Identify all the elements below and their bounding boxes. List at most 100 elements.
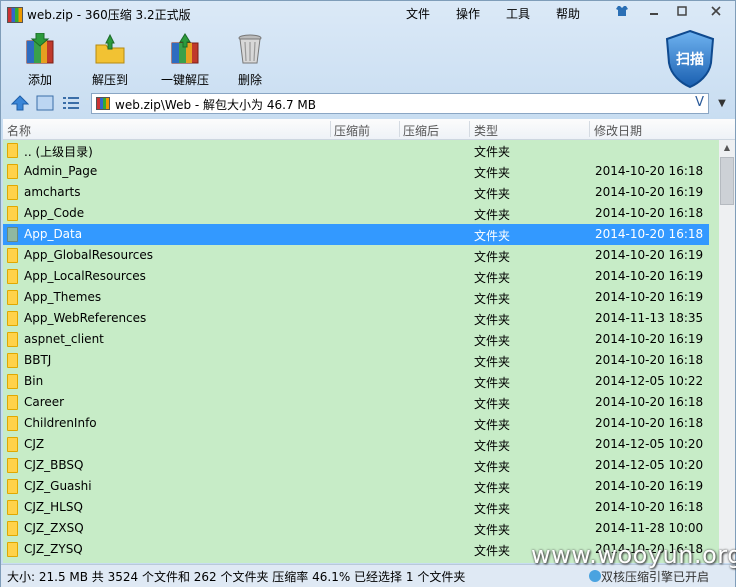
up-arrow-icon[interactable] xyxy=(10,95,30,111)
folder-icon xyxy=(7,416,18,431)
file-date: 2014-10-20 16:18 xyxy=(595,500,704,514)
file-row[interactable]: Admin_Page 文件夹 2014-10-20 16:18 xyxy=(3,161,709,182)
one-click-extract-label: 一键解压 xyxy=(160,73,209,87)
file-name: App_WebReferences xyxy=(24,311,147,325)
folder-icon xyxy=(7,311,18,326)
menu-file[interactable]: 文件 xyxy=(406,5,430,22)
file-row[interactable]: App_LocalResources 文件夹 2014-10-20 16:19 xyxy=(3,266,709,287)
file-date: 2014-10-20 16:18 xyxy=(595,227,704,241)
file-row[interactable]: Bin 文件夹 2014-12-05 10:22 xyxy=(3,371,709,392)
folder-icon xyxy=(7,374,18,389)
zip-archive-icon xyxy=(96,97,110,110)
column-type[interactable]: 类型 xyxy=(474,122,498,139)
file-row[interactable]: CJZ_Guashi 文件夹 2014-10-20 16:19 xyxy=(3,476,709,497)
column-divider[interactable] xyxy=(399,121,400,137)
file-row[interactable]: App_Data 文件夹 2014-10-20 16:18 xyxy=(3,224,709,245)
extract-to-label: 解压到 xyxy=(91,73,128,87)
vertical-scrollbar[interactable]: ▲ xyxy=(719,140,735,563)
file-type: 文件夹 xyxy=(474,334,511,348)
folder-icon xyxy=(7,143,18,158)
file-date: 2014-10-20 16:19 xyxy=(595,479,704,493)
address-bar[interactable]: web.zip\Web - 解包大小为 46.7 MB V xyxy=(91,93,709,114)
folder-icon xyxy=(7,395,18,410)
add-button[interactable]: 添加 xyxy=(9,31,71,89)
maximize-icon[interactable] xyxy=(673,5,691,21)
file-date: 2014-10-20 16:18 xyxy=(595,416,704,430)
thumbnail-view-icon[interactable] xyxy=(36,95,54,111)
file-type: 文件夹 xyxy=(474,544,511,558)
file-row[interactable]: CJZ 文件夹 2014-12-05 10:20 xyxy=(3,434,709,455)
column-after[interactable]: 压缩后 xyxy=(403,122,439,139)
status-text: 大小: 21.5 MB 共 3524 个文件和 262 个文件夹 压缩率 46.… xyxy=(7,570,466,584)
file-name: CJZ_BBSQ xyxy=(24,458,84,472)
column-modified[interactable]: 修改日期 xyxy=(594,122,642,139)
file-date: 2014-10-20 16:18 xyxy=(595,395,704,409)
folder-icon xyxy=(7,206,18,221)
app-window: web.zip - 360压缩 3.2正式版 文件 操作 工具 帮助 添加 解压… xyxy=(0,0,736,587)
file-row[interactable]: CJZ_HLSQ 文件夹 2014-10-20 16:18 xyxy=(3,497,709,518)
file-row[interactable]: App_GlobalResources 文件夹 2014-10-20 16:19 xyxy=(3,245,709,266)
file-row[interactable]: CJZ_BBSQ 文件夹 2014-12-05 10:20 xyxy=(3,455,709,476)
file-date: 2014-10-20 16:19 xyxy=(595,290,704,304)
folder-icon xyxy=(7,521,18,536)
file-name: Career xyxy=(24,395,65,409)
file-name: Admin_Page xyxy=(24,164,98,178)
file-row[interactable]: App_WebReferences 文件夹 2014-11-13 18:35 xyxy=(3,308,709,329)
list-view-icon[interactable] xyxy=(62,95,80,111)
file-row[interactable]: ChildrenInfo 文件夹 2014-10-20 16:18 xyxy=(3,413,709,434)
file-date: 2014-10-20 16:18 xyxy=(595,206,704,220)
address-dropdown-icon[interactable]: ▼ xyxy=(712,93,732,114)
column-divider[interactable] xyxy=(330,121,331,137)
file-row[interactable]: App_Code 文件夹 2014-10-20 16:18 xyxy=(3,203,709,224)
menu-help[interactable]: 帮助 xyxy=(556,5,580,22)
column-compressed[interactable]: 压缩前 xyxy=(334,122,370,139)
scan-button[interactable]: 扫描 xyxy=(663,29,717,89)
one-click-extract-button[interactable]: 一键解压 xyxy=(149,31,221,89)
folder-icon xyxy=(7,269,18,284)
file-date: 2014-11-28 10:00 xyxy=(595,521,704,535)
column-divider[interactable] xyxy=(469,121,470,137)
file-date: 2014-12-05 10:20 xyxy=(595,437,704,451)
file-name: ChildrenInfo xyxy=(24,416,97,430)
file-type: 文件夹 xyxy=(474,313,511,327)
file-date: 2014-10-20 16:19 xyxy=(595,332,704,346)
file-type: 文件夹 xyxy=(474,502,511,516)
skin-icon[interactable] xyxy=(613,5,631,21)
file-row[interactable]: .. (上级目录) 文件夹 xyxy=(3,140,709,161)
file-row[interactable]: amcharts 文件夹 2014-10-20 16:19 xyxy=(3,182,709,203)
folder-icon xyxy=(7,437,18,452)
window-title: web.zip - 360压缩 3.2正式版 xyxy=(27,8,191,22)
minimize-icon[interactable] xyxy=(645,5,663,21)
file-type: 文件夹 xyxy=(474,166,511,180)
file-type: 文件夹 xyxy=(474,397,511,411)
file-date: 2014-10-20 16:18 xyxy=(595,353,704,367)
file-row[interactable]: App_Themes 文件夹 2014-10-20 16:19 xyxy=(3,287,709,308)
file-name: App_LocalResources xyxy=(24,269,146,283)
folder-icon xyxy=(7,332,18,347)
file-type: 文件夹 xyxy=(474,292,511,306)
file-row[interactable]: BBTJ 文件夹 2014-10-20 16:18 xyxy=(3,350,709,371)
folder-icon xyxy=(7,227,18,242)
extract-to-button[interactable]: 解压到 xyxy=(79,31,141,89)
file-name: App_GlobalResources xyxy=(24,248,154,262)
file-date: 2014-11-13 18:35 xyxy=(595,311,704,325)
file-row[interactable]: aspnet_client 文件夹 2014-10-20 16:19 xyxy=(3,329,709,350)
engine-status-icon xyxy=(589,570,601,582)
close-icon[interactable] xyxy=(707,5,725,21)
file-type: 文件夹 xyxy=(474,439,511,453)
file-name: CJZ_HLSQ xyxy=(24,500,83,514)
file-row[interactable]: CJZ_ZXSQ 文件夹 2014-11-28 10:00 xyxy=(3,518,709,539)
file-name: BBTJ xyxy=(24,353,52,367)
list-header: 名称 压缩前 压缩后 类型 修改日期 xyxy=(3,119,735,140)
menu-operation[interactable]: 操作 xyxy=(456,5,480,22)
add-archive-icon xyxy=(26,33,54,64)
menu-tools[interactable]: 工具 xyxy=(506,5,530,22)
scan-label: 扫描 xyxy=(676,52,704,68)
address-path: web.zip\Web - 解包大小为 46.7 MB xyxy=(115,98,316,112)
scroll-thumb[interactable] xyxy=(720,157,734,205)
column-divider[interactable] xyxy=(589,121,590,137)
scroll-up-icon[interactable]: ▲ xyxy=(719,140,735,156)
file-row[interactable]: Career 文件夹 2014-10-20 16:18 xyxy=(3,392,709,413)
delete-button[interactable]: 删除 xyxy=(219,31,281,89)
column-name[interactable]: 名称 xyxy=(7,122,31,139)
